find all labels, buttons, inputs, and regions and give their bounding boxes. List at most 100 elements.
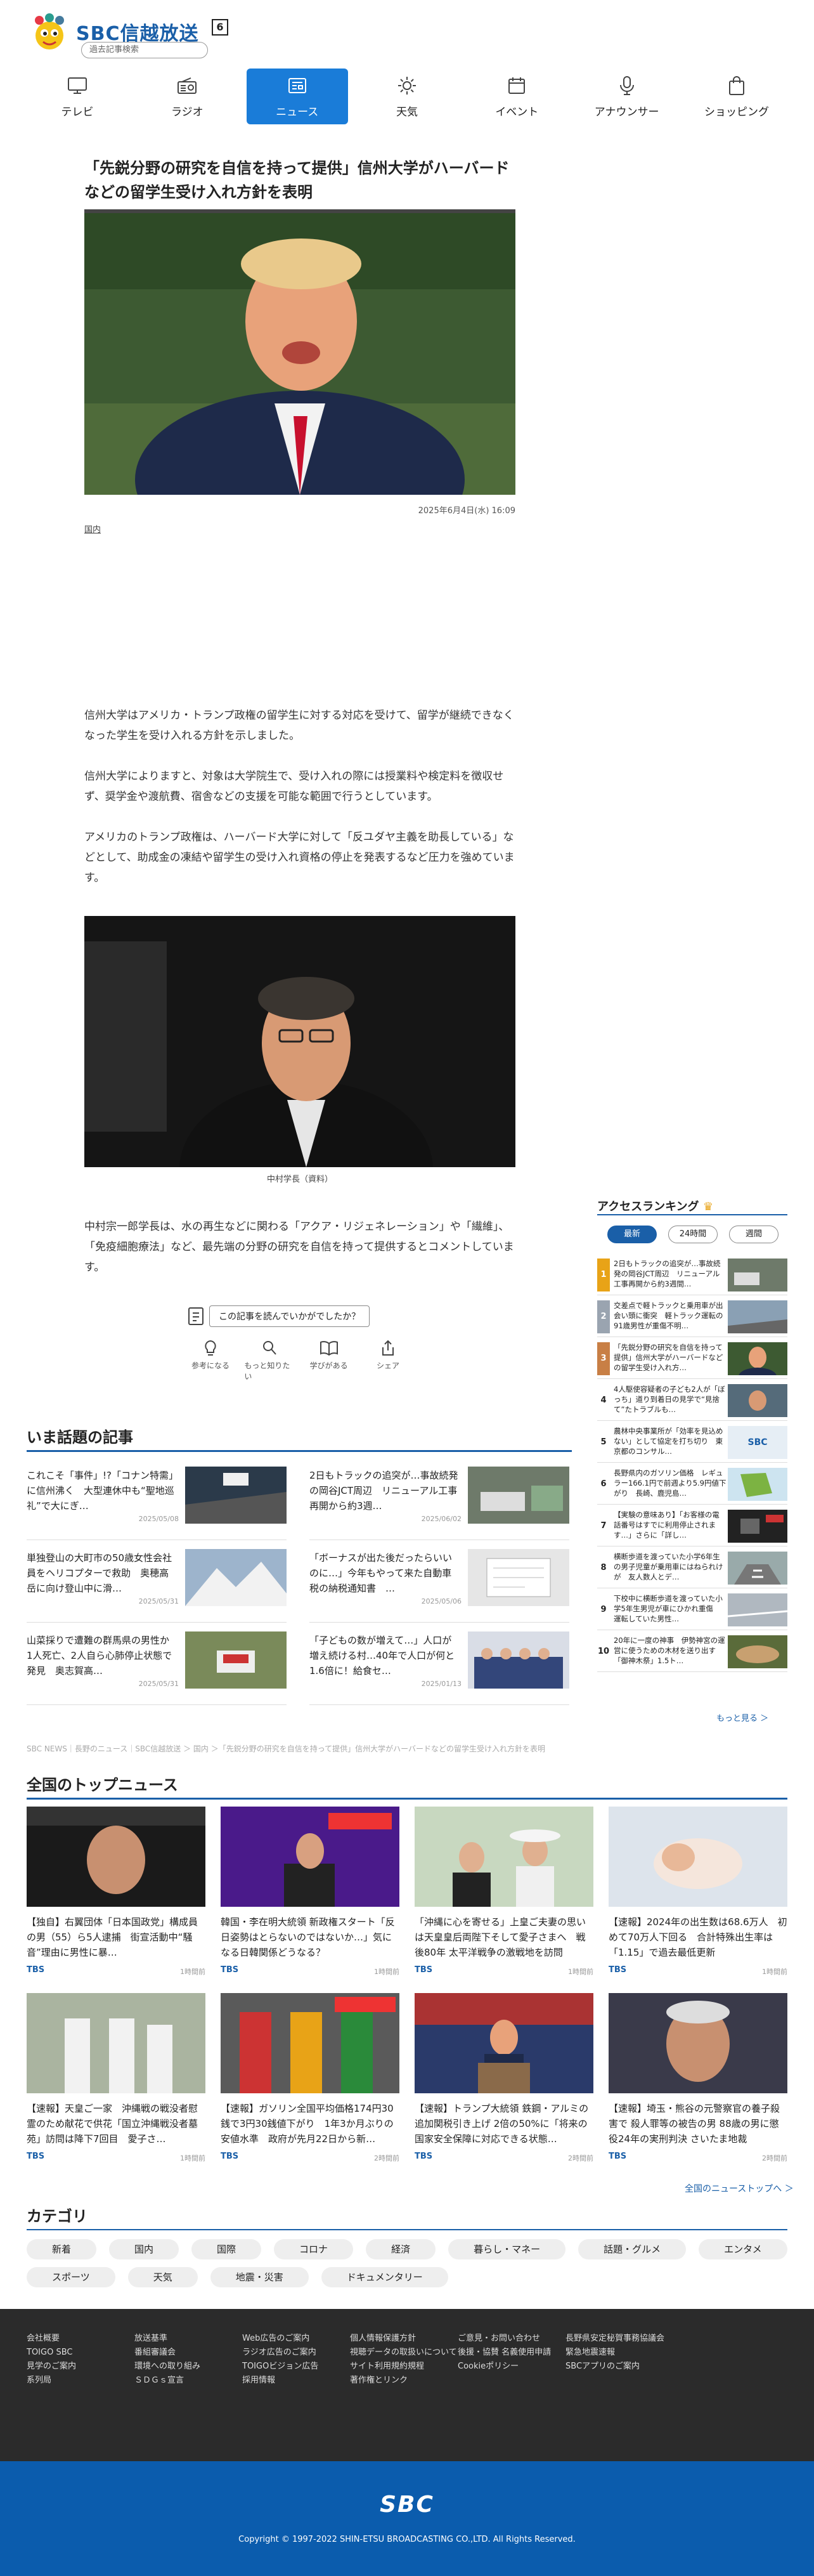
national-news-card[interactable]: 【独自】右翼団体「日本国政党」構成員の男（55）ら5人逮捕 街宣活動中“騒音”理… bbox=[27, 1807, 205, 1997]
footer-link[interactable]: SBCアプリのご案内 bbox=[565, 2360, 664, 2374]
footer-link[interactable]: 採用情報 bbox=[242, 2374, 318, 2388]
topic-item[interactable]: 山菜採りで遭難の群馬県の男性か 1人死亡、2人自ら心肺停止状態で発見 奥志賀高…… bbox=[27, 1623, 287, 1705]
topic-date: 2025/05/31 bbox=[138, 1597, 179, 1605]
ranking-item-title: 「先鋭分野の研究を自信を持って提供」信州大学がハーバードなどの留学生受け入れ方… bbox=[614, 1343, 723, 1372]
breadcrumb[interactable]: SBC NEWS｜長野のニュース｜SBC信越放送 ＞ 国内 ＞「先鋭分野の研究を… bbox=[27, 1743, 597, 1754]
footer-column: ご意見・お問い合わせ 後援・協賛 名義使用申請 Cookieポリシー bbox=[458, 2332, 551, 2374]
footer-link[interactable]: 著作権とリンク bbox=[350, 2374, 457, 2388]
footer-link[interactable]: 視聴データの取扱いについて bbox=[350, 2346, 457, 2360]
nav-weather[interactable]: 天気 bbox=[356, 69, 458, 124]
rank-number: 3 bbox=[597, 1342, 610, 1375]
rank-number: 10 bbox=[597, 1647, 610, 1656]
footer-link[interactable]: 後援・協賛 名義使用申請 bbox=[458, 2346, 551, 2360]
archive-search-input[interactable]: 過去記事検索 bbox=[81, 42, 208, 58]
footer-link[interactable]: TOIGO SBC bbox=[27, 2346, 76, 2360]
national-news-card[interactable]: 「沖縄に心を寄せる」上皇ご夫妻の思いは天皇皇后両陛下そして愛子さまへ 戦後80年… bbox=[415, 1807, 593, 1997]
footer-link[interactable]: サイト利用規約規程 bbox=[350, 2360, 457, 2374]
topic-item[interactable]: 2日もトラックの追突が…事故続発の岡谷JCT周辺 リニューアル工事再開から約3週… bbox=[309, 1458, 569, 1540]
topic-thumbnail bbox=[468, 1549, 569, 1606]
footer-column: 会社概要 TOIGO SBC 見学のご案内 系列局 bbox=[27, 2332, 76, 2388]
footer-link[interactable]: ご意見・お問い合わせ bbox=[458, 2332, 551, 2346]
ranking-tab-latest[interactable]: 最新 bbox=[607, 1226, 657, 1243]
category-chip[interactable]: ドキュメンタリー bbox=[321, 2267, 448, 2287]
mascot-logo-icon bbox=[35, 13, 64, 49]
nav-news[interactable]: ニュース bbox=[246, 69, 348, 124]
category-chip[interactable]: 国際 bbox=[191, 2239, 262, 2259]
article-category-link[interactable]: 国内 bbox=[84, 523, 101, 535]
topic-title: 単独登山の大町市の50歳女性会社員をヘリコプターで救助 奥穂高岳に向け登山中に滑… bbox=[27, 1552, 172, 1594]
article-paragraph: 中村宗一郎学長は、水の再生などに関わる「アクア・リジェネレーション」や「繊維」、… bbox=[84, 1220, 514, 1274]
nav-tv[interactable]: テレビ bbox=[27, 69, 128, 124]
footer-link[interactable]: 放送基準 bbox=[134, 2332, 200, 2346]
category-chip[interactable]: 新着 bbox=[27, 2239, 97, 2259]
national-news-card[interactable]: 【速報】2024年の出生数は68.6万人 初めて70万人下回る 合計特殊出生率は… bbox=[609, 1807, 787, 1997]
nav-announcer[interactable]: アナウンサー bbox=[576, 69, 678, 124]
topic-item[interactable]: これこそ「事件」!?「コナン特需」に信州沸く 大型連休中も“聖地巡礼”で大にぎ…… bbox=[27, 1458, 287, 1540]
topic-title: 山菜採りで遭難の群馬県の男性か 1人死亡、2人自ら心肺停止状態で発見 奥志賀高… bbox=[27, 1635, 179, 1677]
feedback-share-button[interactable]: シェア bbox=[363, 1340, 413, 1382]
national-news-card[interactable]: 韓国・李在明大統領 新政権スタート「反日姿勢はとらないのではないか…」気になる日… bbox=[221, 1807, 399, 1997]
footer-link[interactable]: 系列局 bbox=[27, 2374, 76, 2388]
ranking-item[interactable]: 4 4人駆使容疑者の子ども2人が「ぼっち」道り到着日の見学で“見捨て”たトラブルも… bbox=[597, 1379, 787, 1421]
ranking-item[interactable]: 6 長野県内のガソリン価格 レギュラー166.1円で前週より5.9円値下がり 長崎… bbox=[597, 1463, 787, 1505]
ranking-more-link[interactable]: もっと見る ＞ bbox=[716, 1711, 768, 1723]
national-news-card[interactable]: 【速報】天皇ご一家 沖縄戦の戦没者慰霊のため献花で供花「国立沖縄戦没者墓苑」訪問… bbox=[27, 1993, 205, 2183]
ranking-tab-weekly[interactable]: 週間 bbox=[729, 1226, 778, 1243]
ranking-title: アクセスランキング ♛ bbox=[597, 1198, 713, 1214]
ranking-item[interactable]: 3 「先鋭分野の研究を自信を持って提供」信州大学がハーバードなどの留学生受け入れ方… bbox=[597, 1337, 787, 1379]
category-chip[interactable]: 地震・災害 bbox=[210, 2267, 309, 2287]
category-chip[interactable]: 天気 bbox=[127, 2267, 198, 2287]
footer-link[interactable]: TOIGOビジョン広告 bbox=[242, 2360, 318, 2374]
footer-link[interactable]: ラジオ広告のご案内 bbox=[242, 2346, 318, 2360]
footer-link[interactable]: 会社概要 bbox=[27, 2332, 76, 2346]
national-news-card[interactable]: 【速報】埼玉・熊谷の元警察官の養子殺害で 殺人罪等の被告の男 88歳の男に懲役2… bbox=[609, 1993, 787, 2183]
national-news-more-link[interactable]: 全国のニューストップへ ＞ bbox=[685, 2182, 794, 2195]
footer-logo[interactable]: SBC bbox=[375, 2492, 439, 2520]
news-source: TBS bbox=[27, 2152, 45, 2161]
nav-radio[interactable]: ラジオ bbox=[136, 69, 238, 124]
category-chip[interactable]: 国内 bbox=[109, 2239, 179, 2259]
topic-title: これこそ「事件」!?「コナン特需」に信州沸く 大型連休中も“聖地巡礼”で大にぎ… bbox=[27, 1470, 174, 1512]
national-news-card[interactable]: 【速報】トランプ大統領 鉄鋼・アルミの追加関税引き上げ 2倍の50%に「将来の国… bbox=[415, 1993, 593, 2183]
ranking-item[interactable]: 8 横断歩道を渡っていた小学6年生の男子児童が乗用車にはねられけが 友人数人とデ… bbox=[597, 1546, 787, 1588]
ranking-thumbnail bbox=[728, 1552, 787, 1585]
footer-link[interactable]: 番組審議会 bbox=[134, 2346, 200, 2360]
footer-link[interactable]: Web広告のご案内 bbox=[242, 2332, 318, 2346]
category-chip[interactable]: 暮らし・マネー bbox=[448, 2239, 566, 2259]
topic-item[interactable]: 「子どもの数が増えて…」人口が増え続ける村…40年で人口が何と1.6倍に！給食セ… bbox=[309, 1623, 569, 1705]
microphone-icon bbox=[616, 75, 638, 96]
footer-link[interactable]: 緊急地震速報 bbox=[565, 2346, 664, 2360]
ranking-item[interactable]: 7 【実験の意味あり】「お客様の電話番号はすでに利用停止されます…」さらに「詳し… bbox=[597, 1505, 787, 1546]
footer-link[interactable]: 環境への取り組み bbox=[134, 2360, 200, 2374]
feedback-more-button[interactable]: もっと知りたい bbox=[244, 1340, 295, 1382]
nav-event[interactable]: イベント bbox=[466, 69, 567, 124]
ranking-item[interactable]: 5 農林中央事業所が「効率を見込めない」として協定を打ち切り 東京都のコンサル… S… bbox=[597, 1421, 787, 1463]
ranking-item[interactable]: 10 20年に一度の神事 伊勢神宮の運営に使うための木材を送り出す「御神木祭」1.… bbox=[597, 1630, 787, 1672]
ranking-item[interactable]: 2 交差点で軽トラックと乗用車が出会い頭に衝突 軽トラック運転の91歳男性が重傷不… bbox=[597, 1295, 787, 1337]
footer-link[interactable]: 見学のご案内 bbox=[27, 2360, 76, 2374]
category-chip[interactable]: 経済 bbox=[366, 2239, 436, 2259]
footer-link[interactable]: ＳＤＧｓ宣言 bbox=[134, 2374, 200, 2388]
ranking-item[interactable]: 9 下校中に横断歩道を渡っていた小学5年生男児が車にひかれ重傷 運転していた男性… bbox=[597, 1588, 787, 1630]
ranking-item-title: 2日もトラックの追突が…事故続発の岡谷JCT周辺 リニューアル工事再開から約3週… bbox=[614, 1259, 721, 1288]
section-divider bbox=[27, 1450, 572, 1452]
footer-column: 放送基準 番組審議会 環境への取り組み ＳＤＧｓ宣言 bbox=[134, 2332, 200, 2388]
footer-link[interactable]: 長野県安定秘賀事務協議会 bbox=[565, 2332, 664, 2346]
footer-link[interactable]: 個人情報保護方針 bbox=[350, 2332, 457, 2346]
feedback-learn-button[interactable]: 学びがある bbox=[304, 1340, 354, 1382]
feedback-helpful-button[interactable]: 参考になる bbox=[185, 1340, 236, 1382]
article-headline: 「先鋭分野の研究を自信を持って提供」信州大学がハーバードなどの留学生受け入れ方針… bbox=[84, 159, 510, 201]
topic-item[interactable]: 単独登山の大町市の50歳女性会社員をヘリコプターで救助 奥穂高岳に向け登山中に滑… bbox=[27, 1540, 287, 1623]
lightbulb-icon bbox=[205, 1340, 216, 1356]
topic-item[interactable]: 「ボーナスが出た後だったらいいのに…」今年もやって来た自動車税の納税通知書 … … bbox=[309, 1540, 569, 1623]
nav-shopping[interactable]: ショッピング bbox=[686, 69, 787, 124]
ranking-item[interactable]: 1 2日もトラックの追突が…事故続発の岡谷JCT周辺 リニューアル工事再開から約3… bbox=[597, 1253, 787, 1295]
category-chip[interactable]: スポーツ bbox=[27, 2267, 115, 2287]
news-source: TBS bbox=[609, 1965, 627, 1975]
category-chip[interactable]: コロナ bbox=[274, 2239, 354, 2259]
category-chip[interactable]: 話題・グルメ bbox=[578, 2239, 687, 2259]
category-chip[interactable]: エンタメ bbox=[699, 2239, 787, 2259]
ranking-tab-24h[interactable]: 24時間 bbox=[668, 1226, 718, 1243]
footer-link[interactable]: Cookieポリシー bbox=[458, 2360, 551, 2374]
national-news-card[interactable]: 【速報】ガソリン全国平均価格174円30銭で3円30銭値下がり 1年3か月ぶりの… bbox=[221, 1993, 399, 2183]
